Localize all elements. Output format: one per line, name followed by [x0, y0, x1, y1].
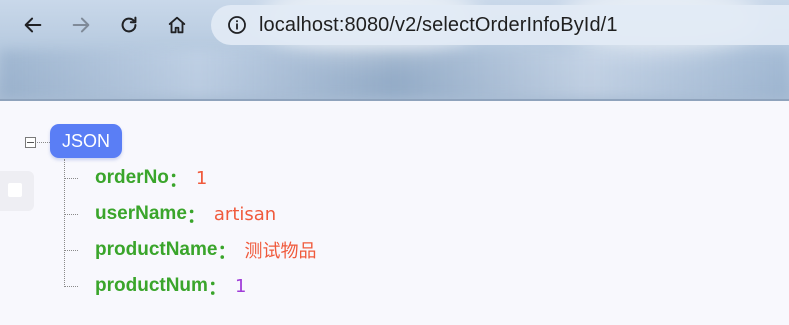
field-value: 1: [195, 167, 208, 189]
side-panel-tab[interactable]: [0, 171, 34, 211]
browser-toolbar: localhost:8080/v2/selectOrderInfoById/1: [0, 0, 789, 101]
address-bar[interactable]: localhost:8080/v2/selectOrderInfoById/1: [211, 5, 789, 45]
tree-branch: [64, 285, 78, 287]
forward-arrow-icon: [72, 17, 90, 33]
field-key: userName: [95, 203, 187, 224]
tree-branch: [64, 213, 78, 215]
reload-button[interactable]: [114, 10, 144, 40]
json-viewer: JSON orderNo ： 1 userName ： artisan prod…: [0, 101, 789, 325]
field-value: 测试物品: [244, 241, 317, 262]
field-value: artisan: [213, 203, 277, 225]
url-text[interactable]: localhost:8080/v2/selectOrderInfoById/1: [259, 14, 618, 37]
tree-branch: [64, 177, 78, 179]
back-arrow-icon: [24, 17, 42, 33]
tree-branch: [64, 249, 78, 251]
field-key: productName: [95, 239, 218, 260]
field-key: orderNo: [95, 167, 169, 188]
forward-button[interactable]: [66, 10, 96, 40]
back-button[interactable]: [18, 10, 48, 40]
field-key: productNum: [95, 275, 208, 296]
collapse-toggle-icon[interactable]: [25, 137, 36, 148]
blurred-bookmarks-bar: [0, 50, 789, 98]
tree-connector: [37, 142, 50, 143]
field-separator: ：: [207, 277, 227, 299]
json-root-badge[interactable]: JSON: [50, 124, 123, 158]
side-tab-square: [8, 183, 22, 197]
json-field-row: productName ： 测试物品: [64, 238, 317, 263]
home-button[interactable]: [162, 10, 192, 40]
home-icon: [168, 16, 186, 34]
json-field-row: orderNo ： 1: [64, 166, 208, 191]
field-separator: ：: [217, 241, 237, 263]
json-field-row: productNum ： 1: [64, 274, 247, 299]
site-info-icon[interactable]: [227, 15, 247, 35]
field-separator: ：: [168, 169, 188, 191]
field-value: 1: [234, 275, 247, 297]
field-separator: ：: [186, 205, 206, 227]
reload-icon: [121, 16, 137, 33]
json-field-row: userName ： artisan: [64, 202, 277, 227]
